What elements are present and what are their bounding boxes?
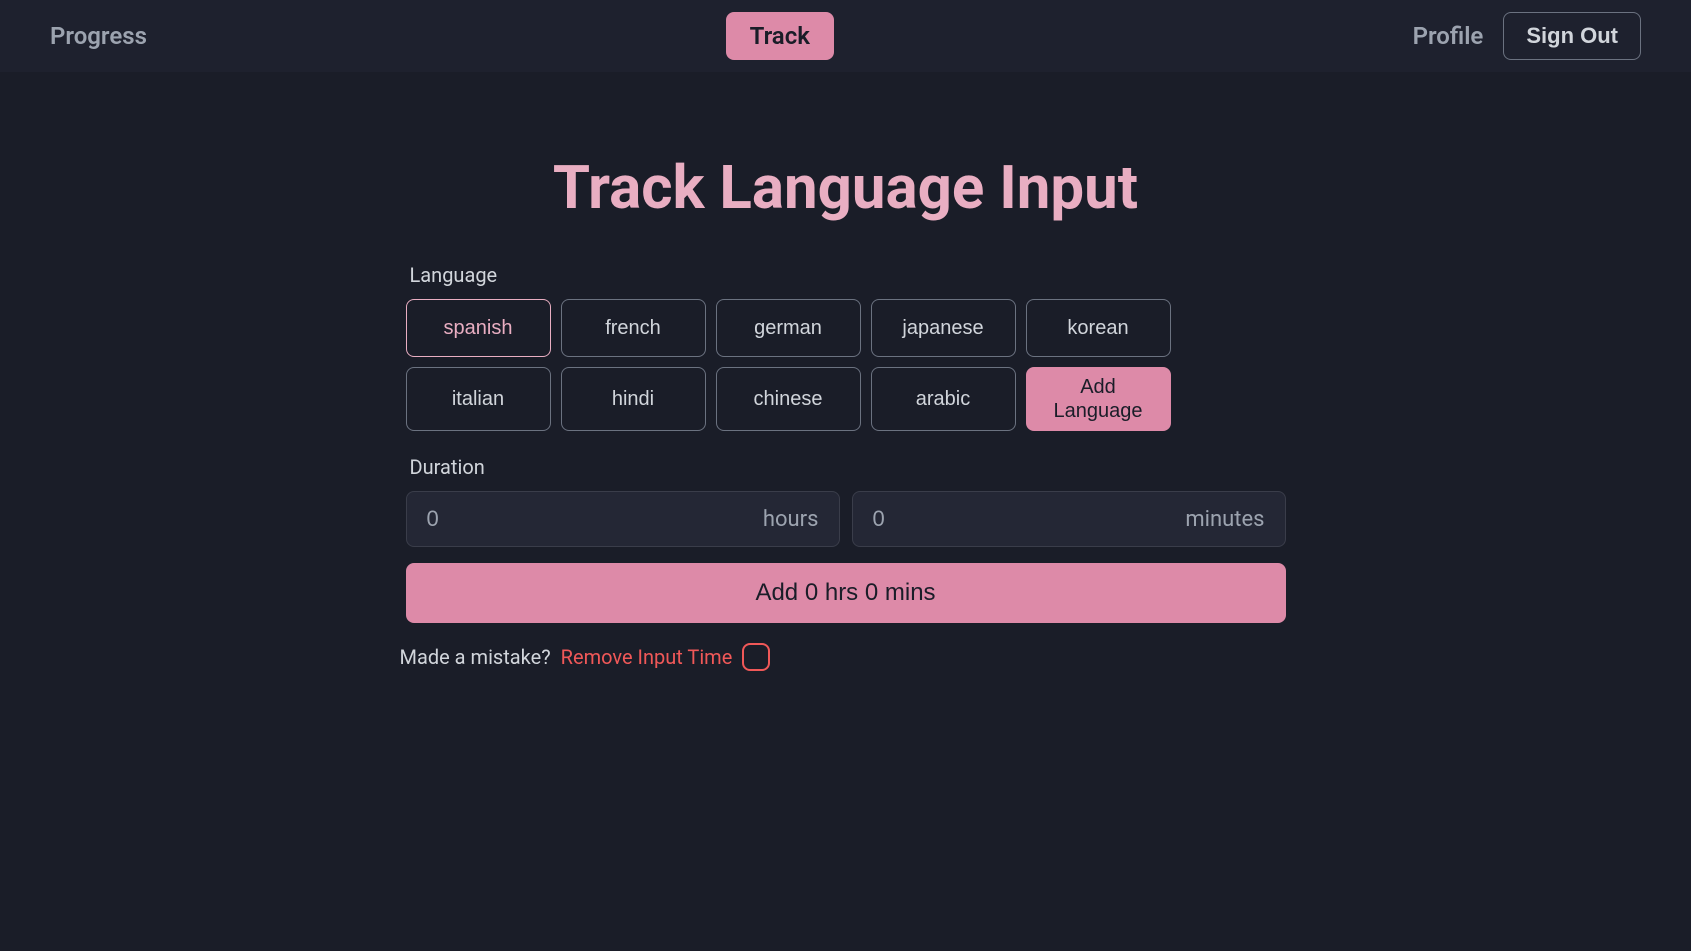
nav-track-link[interactable]: Track [726,12,834,60]
minutes-unit: minutes [1185,507,1264,532]
minutes-input[interactable] [873,506,1186,532]
nav-center: Track [726,12,834,60]
nav-left: Progress [50,22,147,50]
main-content: Track Language Input Language spanishfre… [386,72,1306,711]
language-option-spanish[interactable]: spanish [406,299,551,357]
add-language-button[interactable]: Add Language [1026,367,1171,431]
mistake-prompt: Made a mistake? [400,645,551,669]
duration-label: Duration [406,455,1286,479]
hours-input[interactable] [427,506,763,532]
page-title: Track Language Input [406,152,1286,223]
nav-progress-link[interactable]: Progress [50,22,147,50]
language-label: Language [406,263,1286,287]
language-grid: spanishfrenchgermanjapanesekorean italian… [406,299,1286,431]
remove-checkbox[interactable] [742,643,770,671]
language-option-hindi[interactable]: hindi [561,367,706,431]
mistake-row: Made a mistake? Remove Input Time [400,643,1286,671]
language-option-french[interactable]: french [561,299,706,357]
hours-unit: hours [763,507,819,532]
language-option-japanese[interactable]: japanese [871,299,1016,357]
language-option-chinese[interactable]: chinese [716,367,861,431]
minutes-box[interactable]: minutes [852,491,1286,547]
nav-right: Profile Sign Out [1413,12,1641,60]
remove-input-time-link[interactable]: Remove Input Time [561,645,733,669]
navbar: Progress Track Profile Sign Out [0,0,1691,72]
add-time-button[interactable]: Add 0 hrs 0 mins [406,563,1286,623]
sign-out-button[interactable]: Sign Out [1503,12,1641,60]
language-option-arabic[interactable]: arabic [871,367,1016,431]
language-option-korean[interactable]: korean [1026,299,1171,357]
language-option-italian[interactable]: italian [406,367,551,431]
nav-profile-link[interactable]: Profile [1413,22,1484,50]
language-option-german[interactable]: german [716,299,861,357]
duration-row: hours minutes [406,491,1286,547]
hours-box[interactable]: hours [406,491,840,547]
